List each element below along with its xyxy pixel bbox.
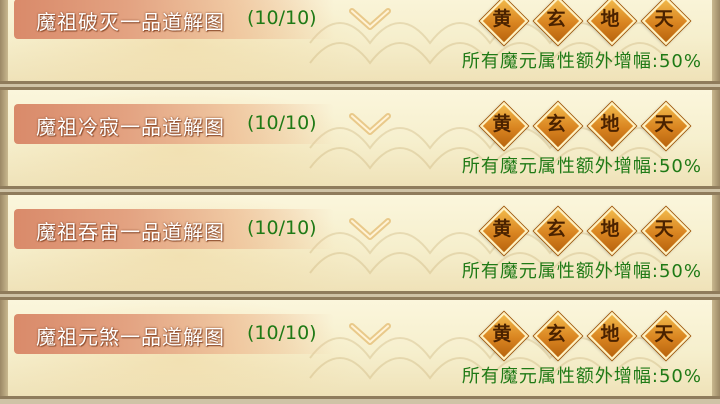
grade-label: 黄 [492,323,512,345]
bonus-text: 所有魔元属性额外增幅:50% [461,366,702,387]
grade-badge-xuan: 玄 [533,0,583,46]
chevron-down-icon[interactable] [348,5,392,35]
diagram-row[interactable]: 魔祖吞宙一品道解图 (10/10) 黄 玄 地 天 所有魔元属性额外增幅:50% [0,192,720,294]
diagram-list: 魔祖破灭一品道解图 (10/10) 黄 玄 地 天 所有魔元属性额外增幅:50%… [0,0,720,404]
grade-badge-huang: 黄 [479,0,529,46]
grade-label: 地 [600,218,620,240]
grade-badges: 黄 玄 地 天 [479,206,691,256]
diagram-title: 魔祖元煞一品道解图 [36,325,225,349]
grade-badge-tian: 天 [641,101,691,151]
grade-label: 玄 [546,8,566,30]
grade-badge-di: 地 [587,311,637,361]
grade-badge-xuan: 玄 [533,206,583,256]
grade-badge-xuan: 玄 [533,101,583,151]
grade-label: 黄 [492,218,512,240]
grade-label: 地 [600,8,620,30]
chevron-down-icon[interactable] [348,110,392,140]
grade-badge-di: 地 [587,206,637,256]
grade-badge-huang: 黄 [479,206,529,256]
grade-badges: 黄 玄 地 天 [479,311,691,361]
grade-badge-tian: 天 [641,0,691,46]
chevron-down-icon[interactable] [348,215,392,245]
bonus-text: 所有魔元属性额外增幅:50% [461,51,702,72]
grade-label: 天 [654,323,674,345]
diagram-row[interactable]: 魔祖元煞一品道解图 (10/10) 黄 玄 地 天 所有魔元属性额外增幅:50% [0,297,720,399]
grade-badge-xuan: 玄 [533,311,583,361]
grade-badge-di: 地 [587,101,637,151]
grade-label: 天 [654,218,674,240]
grade-label: 地 [600,323,620,345]
grade-label: 黄 [492,8,512,30]
grade-badge-tian: 天 [641,311,691,361]
chevron-down-icon[interactable] [348,320,392,350]
grade-label: 玄 [546,323,566,345]
bonus-text: 所有魔元属性额外增幅:50% [461,156,702,177]
diagram-progress: (10/10) [247,7,317,29]
grade-badges: 黄 玄 地 天 [479,0,691,46]
grade-badge-huang: 黄 [479,311,529,361]
diagram-row[interactable]: 魔祖冷寂一品道解图 (10/10) 黄 玄 地 天 所有魔元属性额外增幅:50% [0,87,720,189]
diagram-title: 魔祖破灭一品道解图 [36,10,225,34]
grade-label: 地 [600,113,620,135]
grade-label: 黄 [492,113,512,135]
diagram-title: 魔祖冷寂一品道解图 [36,115,225,139]
grade-badges: 黄 玄 地 天 [479,101,691,151]
grade-label: 玄 [546,113,566,135]
grade-label: 玄 [546,218,566,240]
grade-badge-di: 地 [587,0,637,46]
diagram-title: 魔祖吞宙一品道解图 [36,220,225,244]
grade-badge-huang: 黄 [479,101,529,151]
bonus-text: 所有魔元属性额外增幅:50% [461,261,702,282]
grade-label: 天 [654,113,674,135]
grade-badge-tian: 天 [641,206,691,256]
diagram-progress: (10/10) [247,322,317,344]
diagram-progress: (10/10) [247,112,317,134]
grade-label: 天 [654,8,674,30]
diagram-row[interactable]: 魔祖破灭一品道解图 (10/10) 黄 玄 地 天 所有魔元属性额外增幅:50% [0,0,720,84]
diagram-progress: (10/10) [247,217,317,239]
